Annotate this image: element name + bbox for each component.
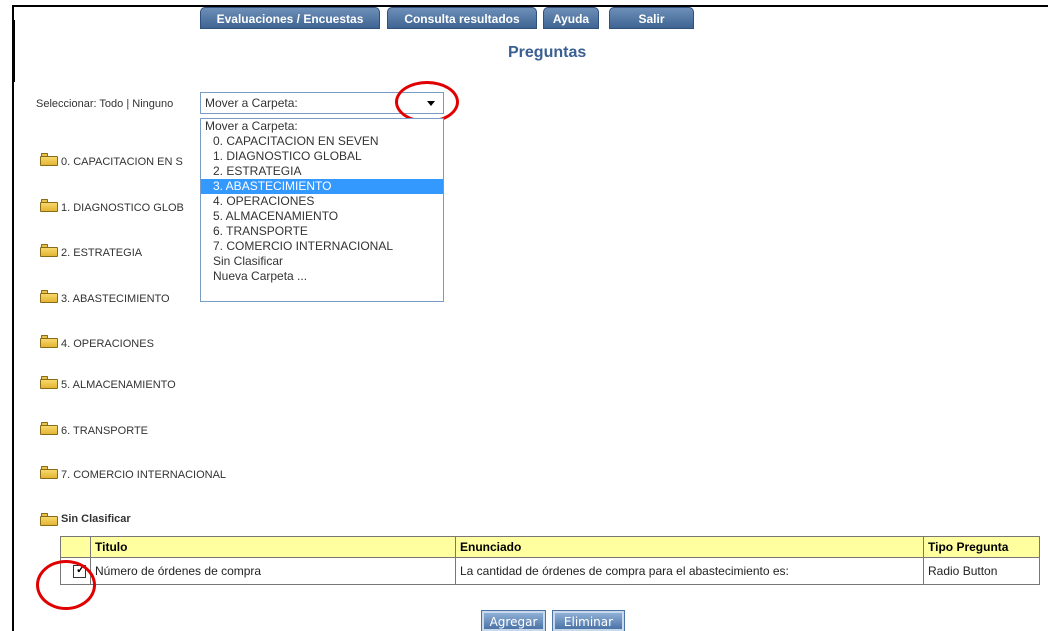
folder-label: 0. CAPACITACION EN S — [61, 155, 183, 168]
add-button[interactable]: Agregar — [481, 610, 546, 631]
folder-item[interactable]: 3. ABASTECIMIENTO — [40, 287, 170, 305]
folder-item[interactable]: 7. COMERCIO INTERNACIONAL — [40, 463, 226, 481]
folder-item[interactable]: 4. OPERACIONES — [40, 332, 154, 350]
delete-button[interactable]: Eliminar — [552, 610, 625, 631]
cell-tipo: Radio Button — [923, 557, 1040, 585]
selection-prefix: Seleccionar: — [36, 98, 97, 110]
nav-ayuda[interactable]: Ayuda — [543, 7, 599, 29]
column-header: Titulo — [90, 536, 456, 558]
dropdown-option[interactable]: 6. TRANSPORTE — [201, 224, 443, 239]
frame-notch — [12, 20, 15, 82]
folder-icon — [40, 421, 58, 435]
folder-item[interactable]: 0. CAPACITACION EN S — [40, 150, 183, 168]
folder-icon — [40, 289, 58, 303]
folder-item[interactable]: 2. ESTRATEGIA — [40, 241, 142, 259]
folder-label: 1. DIAGNOSTICO GLOB — [61, 201, 184, 214]
folder-item[interactable]: 1. DIAGNOSTICO GLOB — [40, 196, 184, 214]
open-folder-icon — [40, 512, 58, 526]
selection-separator: | — [126, 98, 130, 110]
dropdown-option[interactable]: Nueva Carpeta ... — [201, 269, 443, 284]
folder-icon — [40, 375, 58, 389]
folder-icon — [40, 152, 58, 166]
move-select-value: Mover a Carpeta: — [205, 96, 298, 110]
folder-icon — [40, 465, 58, 479]
nav-salir[interactable]: Salir — [609, 7, 694, 29]
questions-table: Titulo Enunciado Tipo Pregunta ✓ Número … — [60, 536, 1040, 585]
cell-titulo: Número de órdenes de compra — [90, 557, 456, 585]
column-header: Tipo Pregunta — [923, 536, 1040, 558]
folder-label: 7. COMERCIO INTERNACIONAL — [61, 468, 227, 481]
dropdown-option[interactable]: 7. COMERCIO INTERNACIONAL — [201, 239, 443, 254]
folder-icon — [40, 243, 58, 257]
dropdown-option[interactable]: 5. ALMACENAMIENTO — [201, 209, 443, 224]
folder-icon — [40, 198, 58, 212]
folder-item[interactable]: 6. TRANSPORTE — [40, 419, 148, 437]
folder-label: 6. TRANSPORTE — [61, 424, 149, 437]
dropdown-option[interactable]: Sin Clasificar — [201, 254, 443, 269]
folder-label: Sin Clasificar — [61, 513, 131, 525]
folder-label: 5. ALMACENAMIENTO — [61, 378, 176, 391]
dropdown-option-highlighted[interactable]: 3. ABASTECIMIENTO — [201, 179, 443, 194]
folder-label: 3. ABASTECIMIENTO — [61, 292, 170, 305]
folder-icon — [40, 334, 58, 348]
select-none-link[interactable]: Ninguno — [132, 98, 173, 110]
nav-evaluaciones-encuestas[interactable]: Evaluaciones / Encuestas — [200, 7, 380, 29]
folder-label: 2. ESTRATEGIA — [61, 246, 143, 259]
page-title: Preguntas — [508, 44, 587, 61]
nav-consulta-resultados[interactable]: Consulta resultados — [387, 7, 537, 29]
folder-item[interactable]: 5. ALMACENAMIENTO — [40, 373, 176, 391]
folder-item-unclassified[interactable]: Sin Clasificar — [40, 510, 131, 528]
cell-enunciado: La cantidad de órdenes de compra para el… — [455, 557, 924, 585]
table-row[interactable]: ✓ Número de órdenes de compra La cantida… — [60, 557, 1040, 585]
folder-label: 4. OPERACIONES — [61, 337, 154, 350]
annotation-circle — [395, 81, 459, 123]
table-header-row: Titulo Enunciado Tipo Pregunta — [60, 536, 1040, 558]
dropdown-option[interactable]: 2. ESTRATEGIA — [201, 164, 443, 179]
select-all-link[interactable]: Todo — [99, 98, 123, 110]
select-column-header — [60, 536, 91, 558]
dropdown-option[interactable]: 4. OPERACIONES — [201, 194, 443, 209]
move-folder-dropdown: Mover a Carpeta: 0. CAPACITACION EN SEVE… — [200, 118, 444, 302]
dropdown-option[interactable]: 1. DIAGNOSTICO GLOBAL — [201, 149, 443, 164]
annotation-circle — [36, 560, 96, 610]
column-header: Enunciado — [455, 536, 924, 558]
selection-links: Seleccionar: Todo | Ninguno — [36, 98, 173, 110]
dropdown-option[interactable]: 0. CAPACITACION EN SEVEN — [201, 134, 443, 149]
dropdown-option[interactable]: Mover a Carpeta: — [201, 119, 443, 134]
